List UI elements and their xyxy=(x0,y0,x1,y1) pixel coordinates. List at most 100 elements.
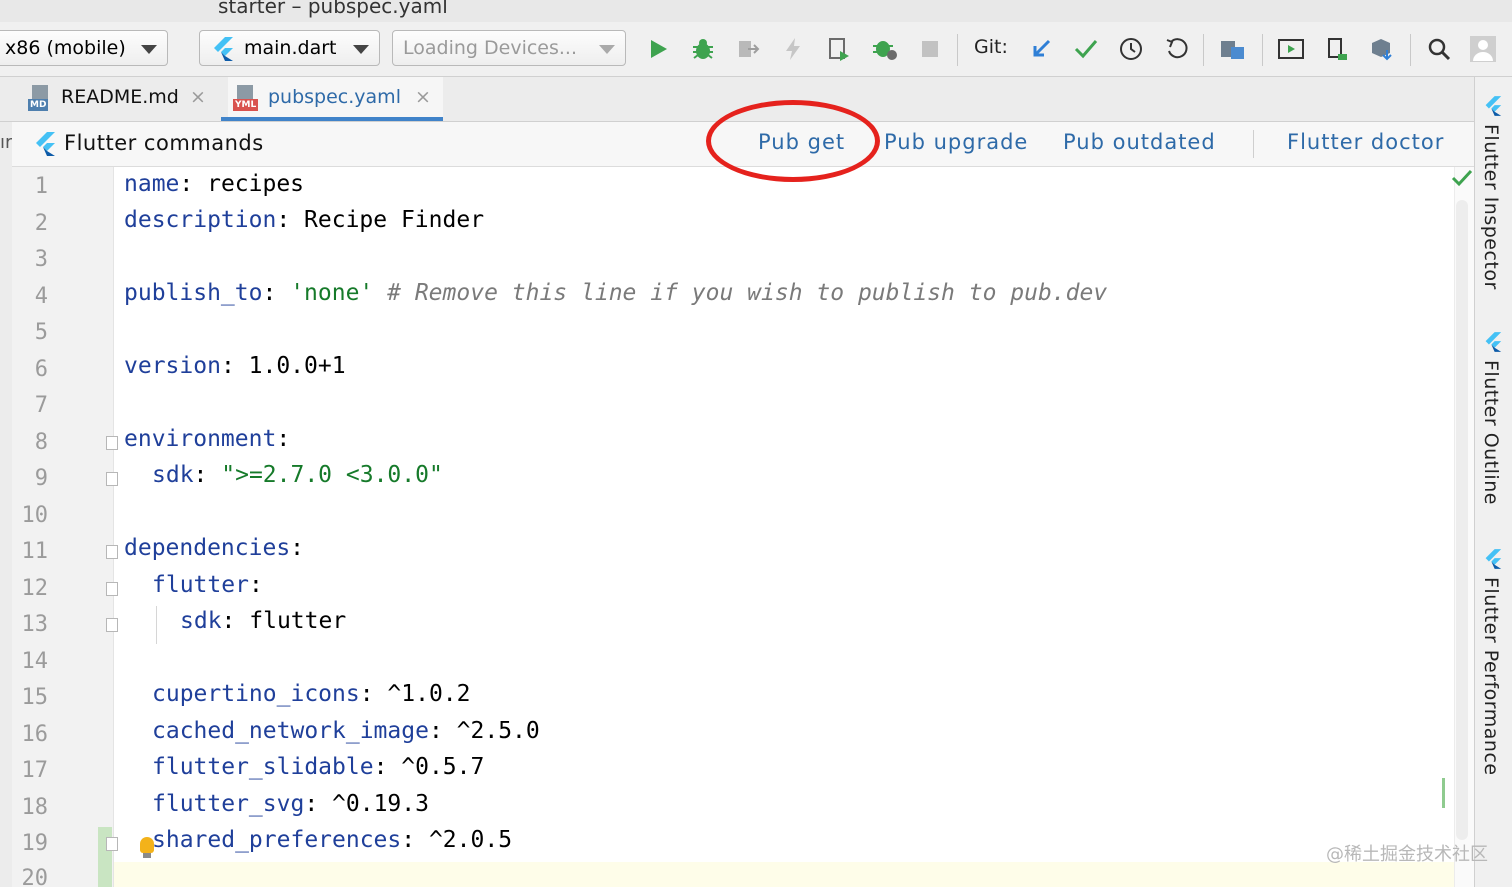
window-title: starter – pubspec.yaml xyxy=(218,0,448,18)
line-number: 4 xyxy=(34,284,48,309)
account-icon[interactable] xyxy=(1470,36,1496,62)
line-number: 18 xyxy=(21,795,49,820)
run-config-selector[interactable]: main.dart xyxy=(199,30,380,66)
change-marker xyxy=(1442,778,1445,808)
highlight-annotation-circle xyxy=(706,100,880,182)
flutter-outline-tool[interactable]: Flutter Outline xyxy=(1474,332,1512,512)
tool-label: Flutter Outline xyxy=(1480,360,1502,505)
code-line[interactable]: description: Recipe Finder xyxy=(124,207,484,233)
code-line[interactable]: flutter_svg: ^0.19.3 xyxy=(152,791,429,817)
search-icon[interactable] xyxy=(1426,36,1452,62)
inspection-ok-icon[interactable] xyxy=(1451,168,1473,192)
code-line[interactable]: environment: xyxy=(124,426,290,452)
run-config-label: main.dart xyxy=(244,37,337,59)
debug-icon[interactable] xyxy=(690,36,716,62)
flutter-commands-title: Flutter commands xyxy=(64,131,264,155)
devices-selector[interactable]: Loading Devices... xyxy=(392,30,626,66)
code-line[interactable]: version: 1.0.0+1 xyxy=(124,353,346,379)
fold-marker[interactable] xyxy=(106,618,118,632)
flutter-inspector-tool[interactable]: Flutter Inspector xyxy=(1474,96,1512,296)
change-marker xyxy=(98,827,112,887)
fold-marker[interactable] xyxy=(106,472,118,486)
git-commit-icon[interactable] xyxy=(1073,36,1099,62)
android-avd-icon[interactable] xyxy=(1278,36,1304,62)
truncated-label: ır xyxy=(0,132,13,153)
watermark: @稀土掘金技术社区 xyxy=(1326,844,1488,865)
fold-marker[interactable] xyxy=(106,436,118,450)
chevron-down-icon xyxy=(353,45,369,54)
line-number: 12 xyxy=(21,576,49,601)
main-toolbar: x86 (mobile) main.dart Loading Devices..… xyxy=(0,22,1512,77)
scroll-thumb[interactable] xyxy=(1456,200,1468,840)
active-tab-indicator xyxy=(221,117,443,121)
line-number: 10 xyxy=(21,503,49,528)
lightbulb-base xyxy=(143,853,151,858)
tool-label: Flutter Performance xyxy=(1480,577,1502,776)
code-line[interactable]: sdk: ">=2.7.0 <3.0.0" xyxy=(152,462,443,488)
code-line[interactable]: cupertino_icons: ^1.0.2 xyxy=(152,681,471,707)
code-line[interactable]: name: recipes xyxy=(124,171,304,197)
pub-upgrade-link[interactable]: Pub upgrade xyxy=(884,130,1028,154)
yaml-file-icon: YML xyxy=(233,85,259,111)
code-line[interactable]: flutter: xyxy=(152,572,263,598)
gutter-divider xyxy=(113,167,114,887)
line-number: 17 xyxy=(21,758,49,783)
run-with-coverage-icon[interactable] xyxy=(826,36,852,62)
divider xyxy=(1253,130,1254,158)
chevron-down-icon xyxy=(599,45,615,54)
code-line[interactable]: flutter_slidable: ^0.5.7 xyxy=(152,754,484,780)
tab-pubspec-yaml[interactable]: YML pubspec.yaml × xyxy=(228,77,443,121)
chevron-down-icon xyxy=(141,45,157,54)
close-icon[interactable]: × xyxy=(415,86,431,108)
code-line[interactable]: shared_preferences: ^2.0.5 xyxy=(152,827,512,853)
code-line[interactable]: cached_network_image: ^2.5.0 xyxy=(152,718,540,744)
devices-selector-label: Loading Devices... xyxy=(403,37,577,59)
line-number: 1 xyxy=(34,174,48,199)
indent-guide xyxy=(156,606,157,644)
git-rollback-icon[interactable] xyxy=(1164,36,1190,62)
git-label: Git: xyxy=(974,36,1008,58)
current-line-highlight xyxy=(114,862,1454,887)
code-line[interactable]: publish_to: 'none' # Remove this line if… xyxy=(124,280,1107,306)
stop-icon[interactable] xyxy=(917,36,943,62)
code-line[interactable]: sdk: flutter xyxy=(180,608,346,634)
tool-label: Flutter Inspector xyxy=(1480,124,1502,290)
line-number: 13 xyxy=(21,612,49,637)
fold-marker[interactable] xyxy=(106,545,118,559)
line-number: 15 xyxy=(21,685,49,710)
flutter-logo-icon xyxy=(1484,549,1502,573)
line-number: 6 xyxy=(34,357,48,382)
flutter-logo-icon xyxy=(212,37,234,65)
device-selector-label: x86 (mobile) xyxy=(5,37,126,59)
line-number: 14 xyxy=(21,649,49,674)
pub-outdated-link[interactable]: Pub outdated xyxy=(1063,130,1216,154)
flutter-logo-icon xyxy=(34,132,56,160)
title-bar: starter – pubspec.yaml xyxy=(0,0,1512,22)
line-number: 19 xyxy=(21,831,49,856)
git-history-icon[interactable] xyxy=(1118,36,1144,62)
device-file-explorer-icon[interactable] xyxy=(1369,36,1395,62)
tab-readme[interactable]: MD README.md × xyxy=(24,77,214,121)
sdk-manager-icon[interactable] xyxy=(1324,36,1350,62)
lightbulb-icon[interactable] xyxy=(140,837,154,853)
fold-marker[interactable] xyxy=(106,837,118,851)
line-number: 16 xyxy=(21,722,49,747)
device-selector[interactable]: x86 (mobile) xyxy=(0,30,168,66)
code-line[interactable]: dependencies: xyxy=(124,535,304,561)
line-number: 9 xyxy=(34,466,48,491)
line-number: 8 xyxy=(34,430,48,455)
run-icon[interactable] xyxy=(645,36,671,62)
line-number: 20 xyxy=(21,866,49,891)
flutter-performance-tool[interactable]: Flutter Performance xyxy=(1474,549,1512,789)
git-update-icon[interactable] xyxy=(1028,36,1054,62)
flutter-doctor-link[interactable]: Flutter doctor xyxy=(1287,130,1444,154)
markdown-file-icon: MD xyxy=(28,85,54,111)
hot-reload-icon[interactable] xyxy=(780,36,806,62)
close-icon[interactable]: × xyxy=(190,86,206,108)
line-number: 11 xyxy=(21,539,49,564)
fold-marker[interactable] xyxy=(106,582,118,596)
project-structure-icon[interactable] xyxy=(1220,36,1246,62)
profile-icon[interactable] xyxy=(872,36,898,62)
tab-label: pubspec.yaml xyxy=(268,86,401,108)
attach-debugger-icon[interactable] xyxy=(735,36,761,62)
